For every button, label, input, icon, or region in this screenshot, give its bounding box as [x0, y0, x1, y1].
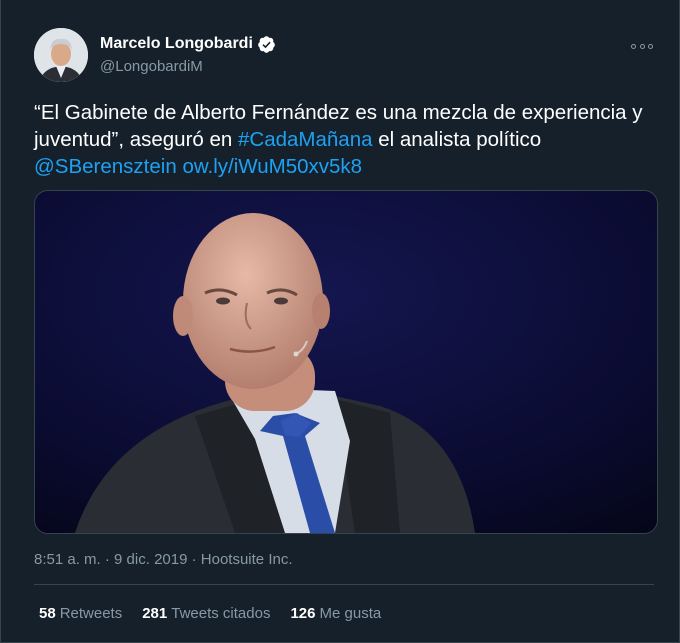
tweet-text-part: el analista político: [372, 128, 542, 151]
retweets-stat[interactable]: 58 Retweets: [39, 605, 122, 622]
more-options-icon[interactable]: [631, 40, 653, 52]
avatar-photo: [34, 28, 88, 82]
url-link[interactable]: ow.ly/iWuM50xv5k8: [182, 155, 362, 178]
user-handle[interactable]: @LongobardiM: [100, 58, 276, 75]
author-info: Marcelo Longobardi @LongobardiM: [100, 33, 276, 75]
tweet-text: “El Gabinete de Alberto Fernández es una…: [34, 99, 654, 180]
verified-badge-icon: [257, 35, 276, 54]
tweet-date[interactable]: 9 dic. 2019: [114, 551, 187, 568]
meta-separator: ·: [191, 551, 197, 568]
tweet-source[interactable]: Hootsuite Inc.: [201, 551, 293, 568]
quote-tweets-count: 281: [142, 605, 168, 622]
likes-label: Me gusta: [319, 605, 382, 622]
avatar[interactable]: [34, 28, 88, 82]
more-dot: [631, 43, 636, 49]
more-dot: [639, 43, 645, 49]
tweet-card: Marcelo Longobardi @LongobardiM “El Gabi…: [0, 0, 680, 643]
display-name[interactable]: Marcelo Longobardi: [100, 35, 253, 53]
divider: [34, 584, 654, 585]
mention-link[interactable]: @SBerensztein: [34, 155, 177, 178]
retweets-count: 58: [39, 605, 56, 622]
likes-count: 126: [290, 605, 316, 622]
tweet-header: Marcelo Longobardi @LongobardiM: [34, 28, 276, 82]
tweet-metadata: 8:51 a. m. · 9 dic. 2019 · Hootsuite Inc…: [34, 551, 293, 568]
display-name-row: Marcelo Longobardi: [100, 33, 276, 55]
meta-separator: ·: [104, 551, 110, 568]
photo-illustration: [35, 191, 657, 533]
tweet-stats: 58 Retweets 281 Tweets citados 126 Me gusta: [39, 605, 401, 622]
quote-tweets-label: Tweets citados: [171, 605, 271, 622]
retweets-label: Retweets: [59, 605, 123, 622]
more-dot: [648, 43, 653, 49]
hashtag-link[interactable]: #CadaMañana: [238, 128, 373, 151]
quote-tweets-stat[interactable]: 281 Tweets citados: [142, 605, 270, 622]
likes-stat[interactable]: 126 Me gusta: [290, 605, 381, 622]
tweet-media-photo[interactable]: [34, 190, 658, 534]
tweet-time[interactable]: 8:51 a. m.: [34, 551, 101, 568]
